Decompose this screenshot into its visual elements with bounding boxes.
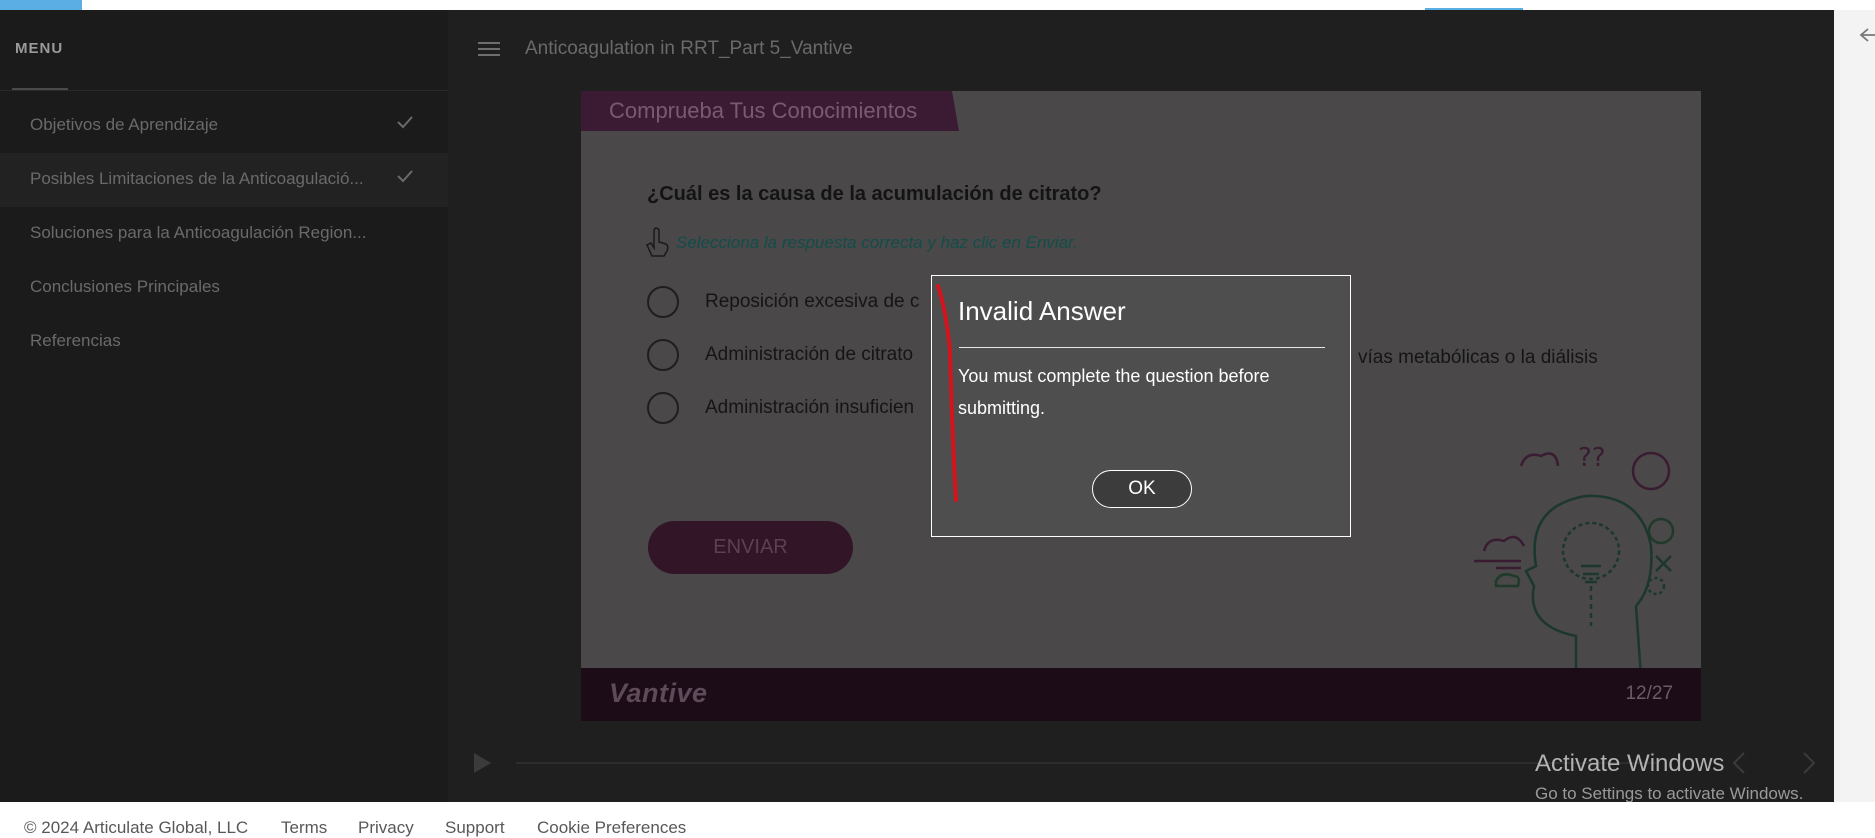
option-label: Reposición excesiva de c	[705, 291, 920, 312]
option-label: Administración insuficien	[705, 397, 915, 418]
sidebar-item-label: Objetivos de Aprendizaje	[30, 115, 219, 134]
top-progress-bar	[0, 0, 1875, 10]
sidebar-item-referencias[interactable]: Referencias	[0, 315, 448, 369]
checkmark-icon	[397, 116, 413, 129]
menu-heading: MENU	[15, 40, 64, 57]
arrow-left-icon[interactable]	[1856, 25, 1875, 45]
head-lightbulb-illustration: ??	[1474, 443, 1675, 676]
sidebar-item-objetivos[interactable]: Objetivos de Aprendizaje	[0, 99, 448, 153]
sidebar-menu: MENU Objetivos de Aprendizaje Posibles L…	[0, 10, 448, 802]
instruction-text: Selecciona la respuesta correcta y haz c…	[676, 233, 1078, 252]
copyright-text: © 2024 Articulate Global, LLC	[24, 818, 249, 837]
question-text: ¿Cuál es la causa de la acumulación de c…	[647, 183, 1102, 205]
dialog-divider	[959, 347, 1325, 348]
chevron-right-icon[interactable]	[1796, 750, 1820, 776]
footer-link-terms[interactable]: Terms	[281, 818, 327, 838]
progress-fill	[0, 0, 82, 10]
hamburger-menu-icon[interactable]	[478, 42, 500, 58]
submit-button[interactable]: ENVIAR	[648, 521, 853, 574]
dialog-message: You must complete the question before su…	[958, 366, 1270, 418]
footer-link-support[interactable]: Support	[445, 818, 505, 838]
radio-button[interactable]	[647, 392, 679, 424]
radio-button[interactable]	[647, 339, 679, 371]
menu-divider	[0, 90, 448, 91]
slide-counter: 12/27	[1625, 683, 1673, 704]
option-label: Administración de citrato	[705, 344, 914, 365]
checkmark-icon	[397, 170, 413, 183]
sidebar-item-conclusiones[interactable]: Conclusiones Principales	[0, 261, 448, 315]
slide-footer: Vantive 12/27	[581, 668, 1701, 721]
brand-logo: Vantive	[609, 678, 708, 708]
footer-link-cookie-preferences[interactable]: Cookie Preferences	[537, 818, 686, 838]
submit-label: ENVIAR	[713, 536, 788, 558]
course-title: Anticoagulation in RRT_Part 5_Vantive	[525, 38, 853, 59]
sidebar-item-limitaciones[interactable]: Posibles Limitaciones de la Anticoagulac…	[0, 153, 448, 207]
footer-link-privacy[interactable]: Privacy	[358, 818, 414, 838]
sidebar-item-label: Soluciones para la Anticoagulación Regio…	[30, 223, 367, 242]
play-icon[interactable]	[472, 752, 492, 774]
page-footer: © 2024 Articulate Global, LLC Terms Priv…	[0, 802, 1875, 837]
windows-activation-title: Activate Windows	[1535, 750, 1725, 777]
slide-section-title: Comprueba Tus Conocimientos	[609, 98, 918, 123]
sidebar-item-label: Conclusiones Principales	[30, 277, 220, 296]
seek-bar[interactable]	[516, 762, 1656, 764]
radio-button[interactable]	[647, 286, 679, 318]
sidebar-item-soluciones[interactable]: Soluciones para la Anticoagulación Regio…	[0, 207, 448, 261]
course-player: MENU Objetivos de Aprendizaje Posibles L…	[0, 10, 1834, 802]
sidebar-item-label: Referencias	[30, 331, 121, 350]
right-gutter	[1834, 10, 1875, 802]
dialog-title: Invalid Answer	[958, 296, 1126, 326]
windows-activation-subtitle: Go to Settings to activate Windows.	[1535, 784, 1804, 803]
pointer-hand-icon	[646, 227, 669, 257]
svg-text:??: ??	[1578, 443, 1606, 473]
chevron-left-icon[interactable]	[1728, 750, 1752, 776]
red-pen-annotation	[936, 284, 958, 502]
option-label-tail: vías metabólicas o la diálisis	[1358, 347, 1598, 368]
sidebar-item-label: Posibles Limitaciones de la Anticoagulac…	[30, 169, 364, 188]
invalid-answer-dialog: Invalid Answer You must complete the que…	[931, 275, 1351, 537]
ok-button[interactable]: OK	[1092, 470, 1192, 508]
